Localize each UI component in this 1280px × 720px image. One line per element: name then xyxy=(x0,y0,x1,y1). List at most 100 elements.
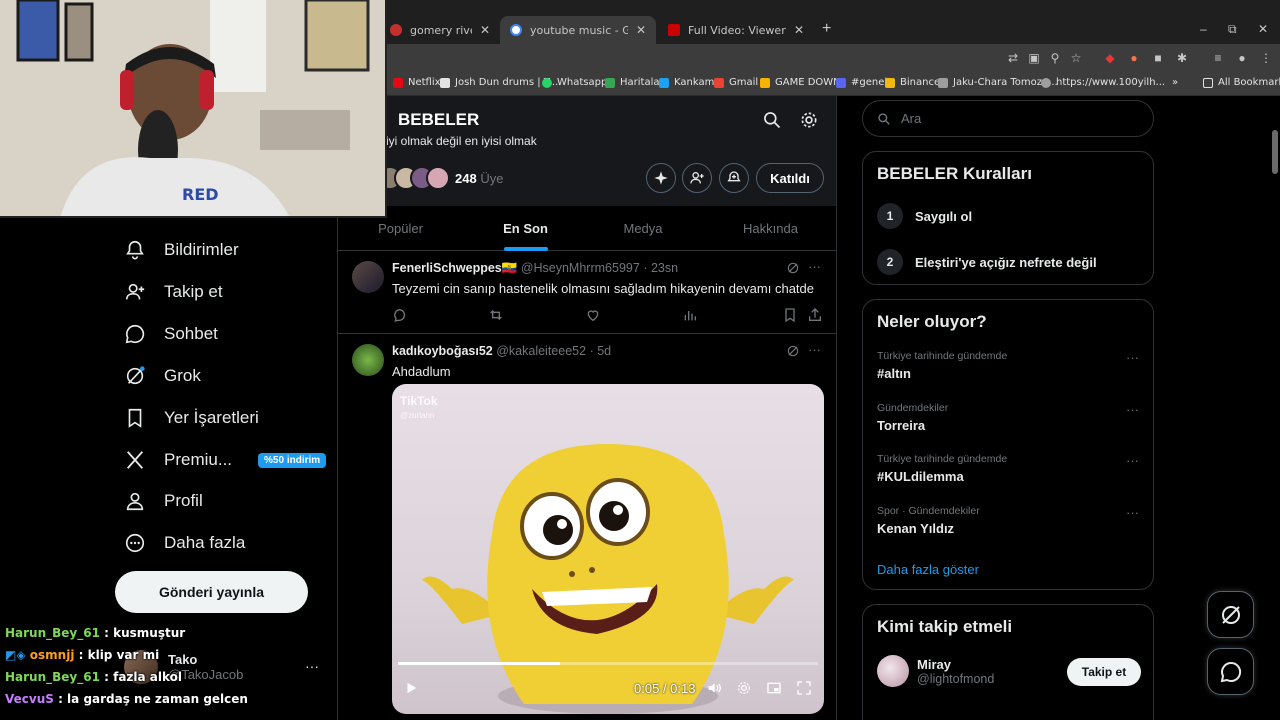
trend-item[interactable]: Türkiye tarihinde gündemde #KULdilemma ·… xyxy=(877,453,1147,484)
post-author-handle[interactable]: @HseynMhrrm65997 xyxy=(521,261,640,275)
trend-more-icon[interactable]: ··· xyxy=(1126,505,1139,520)
post-author-name[interactable]: FenerliSchweppes🇪🇨 xyxy=(392,261,517,275)
post-more-icon[interactable]: ··· xyxy=(808,342,821,357)
gear-icon[interactable] xyxy=(799,110,819,130)
repost-icon[interactable] xyxy=(488,307,504,323)
post-author-name[interactable]: kadıkoyboğası52 xyxy=(392,344,493,358)
bookmark-haritalar[interactable]: Haritalar xyxy=(605,77,664,88)
extension-icon[interactable]: ■ xyxy=(1150,50,1166,66)
nav-premium[interactable]: Premiu... %50 indirim xyxy=(124,445,327,475)
extension-icon[interactable]: ● xyxy=(1126,50,1142,66)
bookmarks-overflow-button[interactable]: » xyxy=(1172,77,1178,88)
grok-float-button[interactable] xyxy=(1207,591,1254,638)
browser-tab[interactable]: gomery riverfront brawl - ✕ xyxy=(380,16,500,44)
avatar[interactable] xyxy=(352,344,384,376)
nav-notifications[interactable]: Bildirimler xyxy=(124,235,239,265)
trend-item[interactable]: Spor · Gündemdekiler Kenan Yıldız ··· xyxy=(877,505,1147,536)
trend-more-icon[interactable]: ··· xyxy=(1126,350,1139,365)
notifications-button[interactable] xyxy=(719,163,749,193)
account-more-icon[interactable]: ··· xyxy=(305,658,319,674)
rule-item[interactable]: 2 Eleştiri'ye açığız nefrete değil xyxy=(877,249,1097,275)
tab-close-icon[interactable]: ✕ xyxy=(794,23,804,37)
trend-more-icon[interactable]: ··· xyxy=(1126,453,1139,468)
bookmark-josh-dun[interactable]: Josh Dun drums | T... xyxy=(440,77,558,88)
nav-chat[interactable]: Sohbet xyxy=(124,319,218,349)
search-icon[interactable] xyxy=(762,110,782,130)
avatar[interactable] xyxy=(352,261,384,293)
messages-float-button[interactable] xyxy=(1207,648,1254,695)
browser-tab[interactable]: Full Video: Viewer records as M ✕ xyxy=(658,16,814,44)
grok-icon[interactable] xyxy=(786,344,800,358)
post-video[interactable]: TikTok @zurlann 0:05 / 0:13 xyxy=(392,384,824,714)
views-icon[interactable] xyxy=(682,307,698,323)
extension-icon[interactable]: ◆ xyxy=(1102,50,1118,66)
play-icon[interactable] xyxy=(404,681,418,695)
tab-latest[interactable]: En Son xyxy=(463,206,588,251)
post-time[interactable]: 23sn xyxy=(651,261,678,275)
star-icon[interactable]: ☆ xyxy=(1068,50,1084,66)
tab-close-icon[interactable]: ✕ xyxy=(636,23,646,37)
share-icon[interactable] xyxy=(807,307,823,323)
bookmark-whatsapp[interactable]: Whatsapp xyxy=(542,77,607,88)
bookmark-game-down[interactable]: GAME DOWN xyxy=(760,77,841,88)
all-bookmarks-button[interactable]: All Bookmarks xyxy=(1203,77,1280,88)
picture-in-picture-icon[interactable] xyxy=(766,680,782,696)
fullscreen-icon[interactable] xyxy=(796,680,812,696)
nav-grok[interactable]: Grok xyxy=(124,361,201,391)
bookmark-gmail[interactable]: Gmail xyxy=(714,77,758,88)
profile-avatar-icon[interactable]: ● xyxy=(1234,50,1250,66)
zoom-icon[interactable]: ⚲ xyxy=(1047,50,1063,66)
nav-profile[interactable]: Profil xyxy=(124,486,203,516)
invite-button[interactable] xyxy=(682,163,712,193)
avatar[interactable] xyxy=(877,655,909,687)
reply-icon[interactable] xyxy=(392,307,408,323)
bookmark-binance[interactable]: Binance xyxy=(885,77,940,88)
bookmark-jaku-chara[interactable]: Jaku-Chara Tomoza... xyxy=(938,77,1058,88)
trend-item[interactable]: Türkiye tarihinde gündemde #altın ··· xyxy=(877,350,1147,381)
post[interactable]: kadıkoyboğası52 @kakaleiteee52 · 5d ··· … xyxy=(338,334,836,720)
follow-button[interactable]: Takip et xyxy=(1067,658,1141,686)
bookmark-genel[interactable]: #genel xyxy=(836,77,887,88)
search-input[interactable]: Ara xyxy=(862,100,1154,137)
post-time[interactable]: 5d xyxy=(597,344,611,358)
page-scrollbar[interactable] xyxy=(1270,96,1280,720)
joined-button[interactable]: Katıldı xyxy=(756,163,824,193)
member-avatars[interactable] xyxy=(378,166,450,190)
bookmark-icon[interactable] xyxy=(782,307,798,323)
translate-icon[interactable]: ⇄ xyxy=(1005,50,1021,66)
grok-icon[interactable] xyxy=(786,261,800,275)
trend-more-icon[interactable]: ··· xyxy=(1126,402,1139,417)
tab-media[interactable]: Medya xyxy=(588,206,698,251)
tab-about[interactable]: Hakkında xyxy=(708,206,833,251)
bookmark-kankam[interactable]: Kankam xyxy=(659,77,714,88)
volume-icon[interactable] xyxy=(706,680,722,696)
show-more-link[interactable]: Daha fazla göster xyxy=(877,562,979,577)
restore-button[interactable]: ⧉ xyxy=(1228,22,1237,37)
new-tab-button[interactable]: + xyxy=(822,20,831,38)
post-author-handle[interactable]: @kakaleiteee52 xyxy=(496,344,586,358)
member-count[interactable]: 248 Üye xyxy=(455,171,503,186)
media-control-icon[interactable]: ≡ xyxy=(1210,50,1226,66)
post-button[interactable]: Gönderi yayınla xyxy=(115,571,308,613)
follow-suggestion[interactable]: Miray @lightofmond xyxy=(877,655,994,687)
post-more-icon[interactable]: ··· xyxy=(808,259,821,274)
gear-icon[interactable] xyxy=(736,680,752,696)
browser-menu-icon[interactable]: ⋮ xyxy=(1258,50,1274,66)
bookmark-netflix[interactable]: Netflix xyxy=(393,77,441,88)
like-icon[interactable] xyxy=(585,307,601,323)
nav-more[interactable]: Daha fazla xyxy=(124,528,245,558)
browser-tab-active[interactable]: youtube music - Google'da Ara ✕ xyxy=(500,16,656,44)
extensions-puzzle-icon[interactable]: ✱ xyxy=(1174,50,1190,66)
screenshot-icon[interactable]: ▣ xyxy=(1026,50,1042,66)
video-progress-bar[interactable] xyxy=(398,662,818,665)
minimize-button[interactable]: – xyxy=(1200,22,1207,36)
rule-item[interactable]: 1 Saygılı ol xyxy=(877,203,972,229)
scrollbar-thumb[interactable] xyxy=(1272,130,1278,174)
close-window-button[interactable]: ✕ xyxy=(1258,22,1268,36)
nav-bookmarks[interactable]: Yer İşaretleri xyxy=(124,403,259,433)
bookmark-100yil[interactable]: https://www.100yilh... xyxy=(1041,77,1165,88)
nav-follow[interactable]: Takip et xyxy=(124,277,223,307)
post[interactable]: FenerliSchweppes🇪🇨 @HseynMhrrm65997 · 23… xyxy=(338,251,836,334)
grok-summary-button[interactable] xyxy=(646,163,676,193)
tab-close-icon[interactable]: ✕ xyxy=(480,23,490,37)
